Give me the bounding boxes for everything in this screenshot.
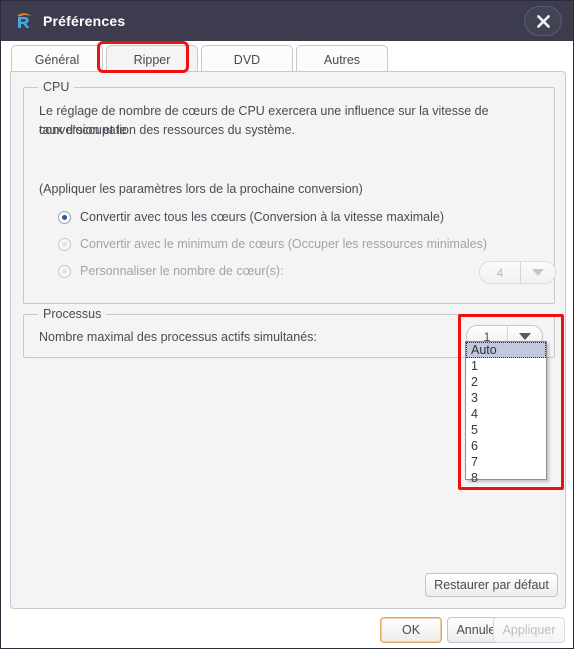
tab-label: Général xyxy=(34,52,80,67)
chevron-down-icon xyxy=(521,269,555,276)
tab-label: Autres xyxy=(323,52,361,67)
radio-label: Convertir avec le minimum de cœurs (Occu… xyxy=(80,237,488,251)
tab-label: DVD xyxy=(233,52,261,67)
cpu-groupbox: CPU Le réglage de nombre de cœurs de CPU… xyxy=(23,80,556,304)
dropdown-option-6[interactable]: 6 xyxy=(466,438,546,454)
tab-label: Ripper xyxy=(133,52,171,67)
radio-custom-cores[interactable]: Personnaliser le nombre de cœur(s): xyxy=(58,264,284,278)
radio-indicator xyxy=(58,237,71,251)
preferences-window: Préférences Général Ripper DVD Autres CP… xyxy=(0,0,574,649)
dropdown-option-2[interactable]: 2 xyxy=(466,374,546,390)
dropdown-option-1[interactable]: 1 xyxy=(466,358,546,374)
radio-label: Convertir avec tous les cœurs (Conversio… xyxy=(80,210,445,224)
tab-strip: Général Ripper DVD Autres xyxy=(1,41,573,73)
radio-indicator xyxy=(58,210,71,224)
title-bar: Préférences xyxy=(1,1,573,41)
radio-minimum-cores[interactable]: Convertir avec le minimum de cœurs (Occu… xyxy=(58,237,487,251)
processus-group-legend: Processus xyxy=(38,307,107,321)
radio-label: Personnaliser le nombre de cœur(s): xyxy=(80,264,284,278)
ok-button[interactable]: OK xyxy=(380,617,442,643)
dropdown-option-7[interactable]: 7 xyxy=(466,454,546,470)
tab-ripper[interactable]: Ripper xyxy=(106,45,198,73)
apply-button: Appliquer xyxy=(493,617,565,643)
restore-defaults-button[interactable]: Restaurer par défaut xyxy=(425,573,558,597)
close-icon[interactable] xyxy=(524,6,562,36)
cpu-apply-note: (Appliquer les paramètres lors de la pro… xyxy=(39,182,363,196)
ok-label: OK xyxy=(401,623,421,637)
dialog-footer: OK Annuler Appliquer xyxy=(1,610,573,648)
rip-r-logo-icon xyxy=(14,11,34,31)
radio-indicator xyxy=(58,264,71,278)
cpu-group-legend: CPU xyxy=(38,80,75,94)
cores-count-value: 4 xyxy=(496,265,504,280)
dropdown-option-auto[interactable]: Auto xyxy=(466,342,546,358)
cpu-description-line2: taux d'occupation des ressources du syst… xyxy=(39,123,295,137)
tab-dvd[interactable]: DVD xyxy=(201,45,293,73)
tab-autres[interactable]: Autres xyxy=(296,45,388,73)
ripper-settings-panel: CPU Le réglage de nombre de cœurs de CPU… xyxy=(10,71,566,609)
apply-label: Appliquer xyxy=(502,623,556,637)
restore-defaults-label: Restaurer par défaut xyxy=(434,578,549,592)
max-processes-label: Nombre maximal des processus actifs simu… xyxy=(39,330,317,344)
chevron-down-icon xyxy=(508,333,542,340)
dropdown-option-3[interactable]: 3 xyxy=(466,390,546,406)
dropdown-option-4[interactable]: 4 xyxy=(466,406,546,422)
radio-all-cores[interactable]: Convertir avec tous les cœurs (Conversio… xyxy=(58,210,444,224)
tab-general[interactable]: Général xyxy=(11,45,103,73)
max-processes-dropdown-list[interactable]: Auto 1 2 3 4 5 6 7 8 xyxy=(465,341,547,485)
dropdown-option-8[interactable]: 8 xyxy=(466,470,546,486)
window-title: Préférences xyxy=(43,13,126,29)
dropdown-option-5[interactable]: 5 xyxy=(466,422,546,438)
cores-count-combo[interactable]: 4 xyxy=(479,261,556,284)
